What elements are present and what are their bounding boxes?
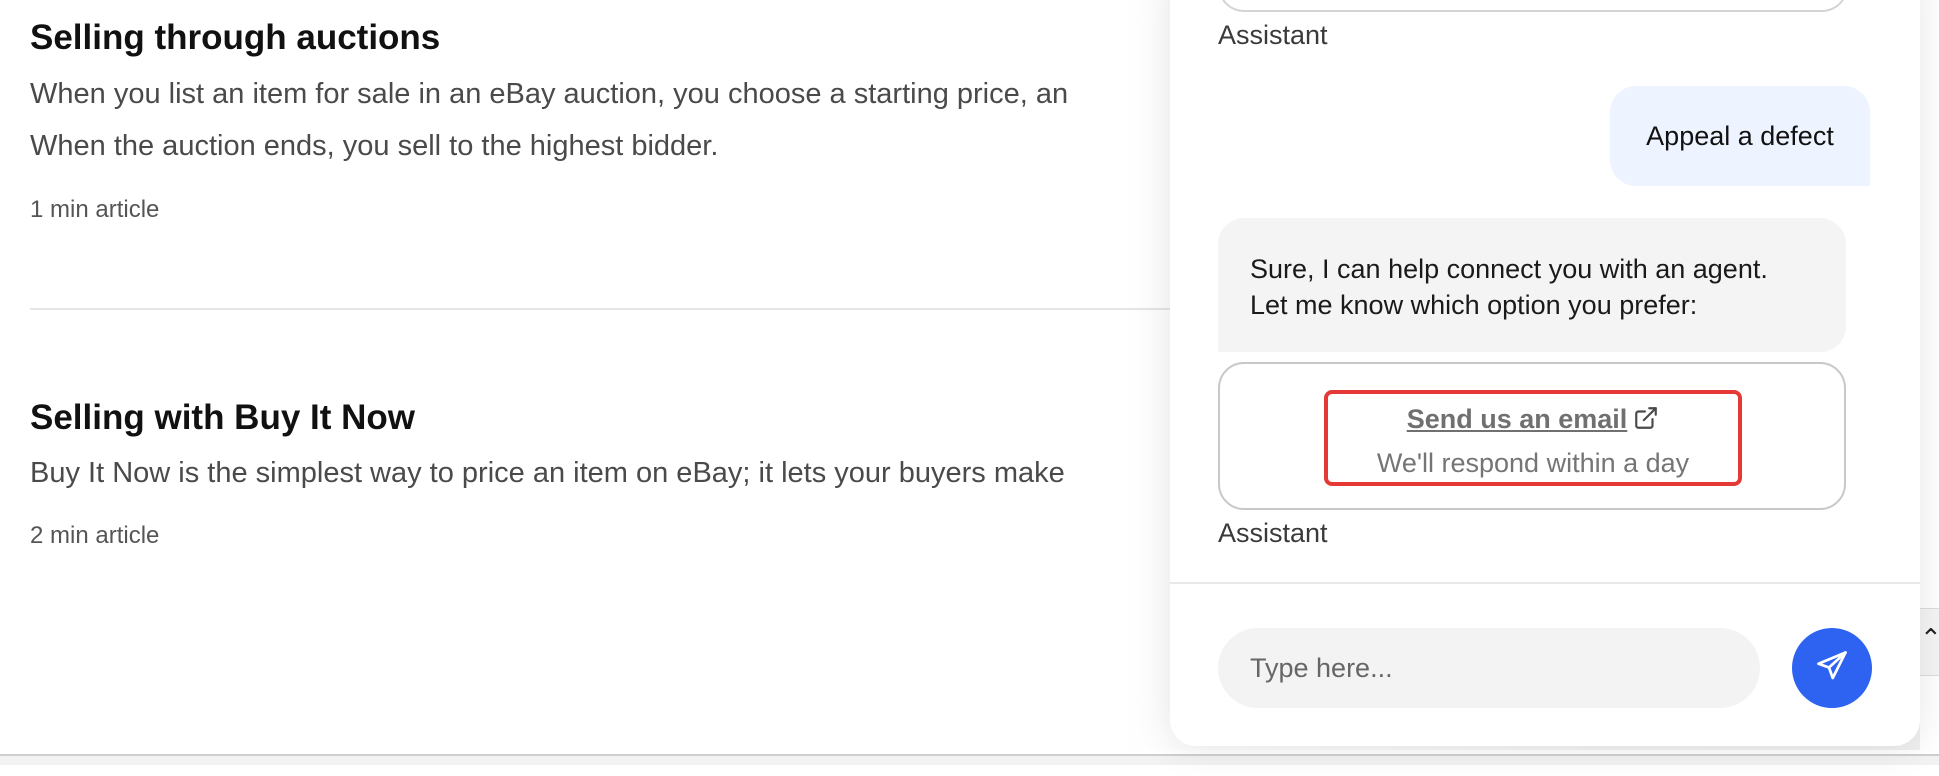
article-read-time: 2 min article [30, 522, 160, 549]
highlight-box: Send us an email We'll respond within a … [1324, 390, 1742, 486]
assistant-message-text: Sure, I can help connect you with an age… [1250, 254, 1768, 284]
sender-label: Assistant [1218, 518, 1328, 548]
send-icon [1814, 648, 1850, 689]
article-description: When the auction ends, you sell to the h… [30, 130, 719, 162]
email-response-time: We'll respond within a day [1376, 448, 1690, 478]
divider [30, 308, 1190, 310]
assistant-message-text: Let me know which option you prefer: [1250, 290, 1698, 320]
article-description: When you list an item for sale in an eBa… [30, 78, 1069, 110]
chat-transcript: Assistant Appeal a defect Sure, I can he… [1170, 0, 1920, 776]
article-title[interactable]: Selling with Buy It Now [30, 398, 415, 438]
user-message-text: Appeal a defect [1646, 120, 1834, 151]
send-email-link-text[interactable]: Send us an email [1407, 404, 1628, 434]
sender-label: Assistant [1218, 20, 1328, 50]
message-input[interactable] [1218, 628, 1760, 708]
email-option-card[interactable]: Send us an email We'll respond within a … [1218, 362, 1846, 510]
previous-option-card[interactable] [1218, 0, 1848, 12]
chevron-up-icon[interactable]: ⌃ [1920, 625, 1939, 651]
user-message-bubble: Appeal a defect [1610, 86, 1870, 186]
send-email-link[interactable]: Send us an email [1328, 404, 1738, 438]
article-description: Buy It Now is the simplest way to price … [30, 457, 1065, 489]
article-read-time: 1 min article [30, 196, 160, 223]
divider [1170, 582, 1920, 584]
article-title[interactable]: Selling through auctions [30, 18, 440, 58]
chat-panel: Assistant Appeal a defect Sure, I can he… [1170, 0, 1920, 746]
send-button[interactable] [1792, 628, 1872, 708]
assistant-message-bubble: Sure, I can help connect you with an age… [1218, 218, 1846, 352]
external-link-icon [1633, 405, 1659, 438]
